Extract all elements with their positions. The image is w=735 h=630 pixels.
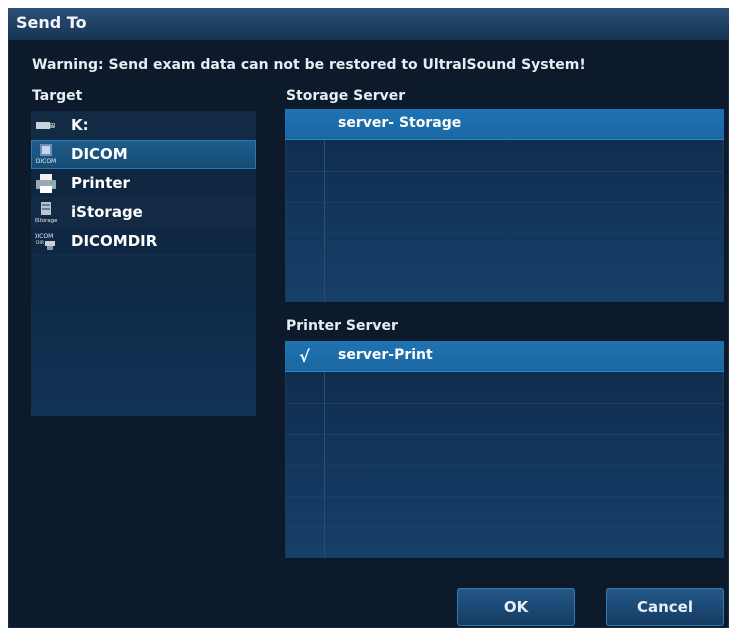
send-to-dialog: Send To Warning: Send exam data can not … <box>8 8 729 628</box>
dialog-titlebar[interactable]: Send To <box>8 8 729 40</box>
warning-message: Warning: Send exam data can not be resto… <box>32 57 586 73</box>
dicom-icon: DICOM <box>36 144 56 165</box>
target-item-label: DICOMDIR <box>71 232 158 250</box>
row-divider <box>285 434 724 435</box>
target-label: Target <box>32 88 83 104</box>
server-name: server- Storage <box>338 115 462 131</box>
row-divider <box>285 233 724 234</box>
istorage-icon: iStorage <box>35 202 57 223</box>
target-list: K: DICOM DICOM Printer iStorage iStorage… <box>31 111 256 416</box>
target-item-label: DICOM <box>71 145 128 163</box>
target-item-dicomdir[interactable]: DICOM DIR DICOMDIR <box>31 227 256 256</box>
row-check[interactable] <box>285 109 324 140</box>
target-item-label: Printer <box>71 174 130 192</box>
svg-text:DIR: DIR <box>36 240 44 246</box>
storage-server-row[interactable]: server- Storage <box>285 109 724 140</box>
storage-server-label: Storage Server <box>286 88 406 104</box>
printer-server-row[interactable]: √ server-Print <box>285 341 724 372</box>
ok-button[interactable]: OK <box>457 588 575 626</box>
svg-text:iStorage: iStorage <box>35 218 57 223</box>
printer-server-label: Printer Server <box>286 318 398 334</box>
target-item-printer[interactable]: Printer <box>31 169 256 198</box>
target-item-k[interactable]: K: <box>31 111 256 140</box>
storage-server-list: server- Storage <box>285 109 724 302</box>
check-mark-icon[interactable]: √ <box>285 341 324 372</box>
target-item-label: iStorage <box>71 203 143 221</box>
svg-text:DICOM: DICOM <box>35 233 53 240</box>
row-divider <box>285 403 724 404</box>
row-divider <box>285 202 724 203</box>
printer-icon <box>36 174 56 193</box>
printer-server-list: √ server-Print <box>285 341 724 558</box>
row-divider <box>285 264 724 265</box>
row-divider <box>285 496 724 497</box>
usb-drive-icon <box>36 122 55 129</box>
cancel-button[interactable]: Cancel <box>606 588 724 626</box>
row-divider <box>285 465 724 466</box>
svg-text:DICOM: DICOM <box>36 158 56 165</box>
server-name: server-Print <box>338 347 433 363</box>
target-item-label: K: <box>71 116 89 134</box>
target-item-istorage[interactable]: iStorage iStorage <box>31 198 256 227</box>
target-item-dicom[interactable]: DICOM DICOM <box>31 140 256 169</box>
dicomdir-icon: DICOM DIR <box>35 233 55 250</box>
column-divider <box>324 341 325 558</box>
dialog-title: Send To <box>16 13 87 32</box>
row-divider <box>285 527 724 528</box>
row-divider <box>285 171 724 172</box>
